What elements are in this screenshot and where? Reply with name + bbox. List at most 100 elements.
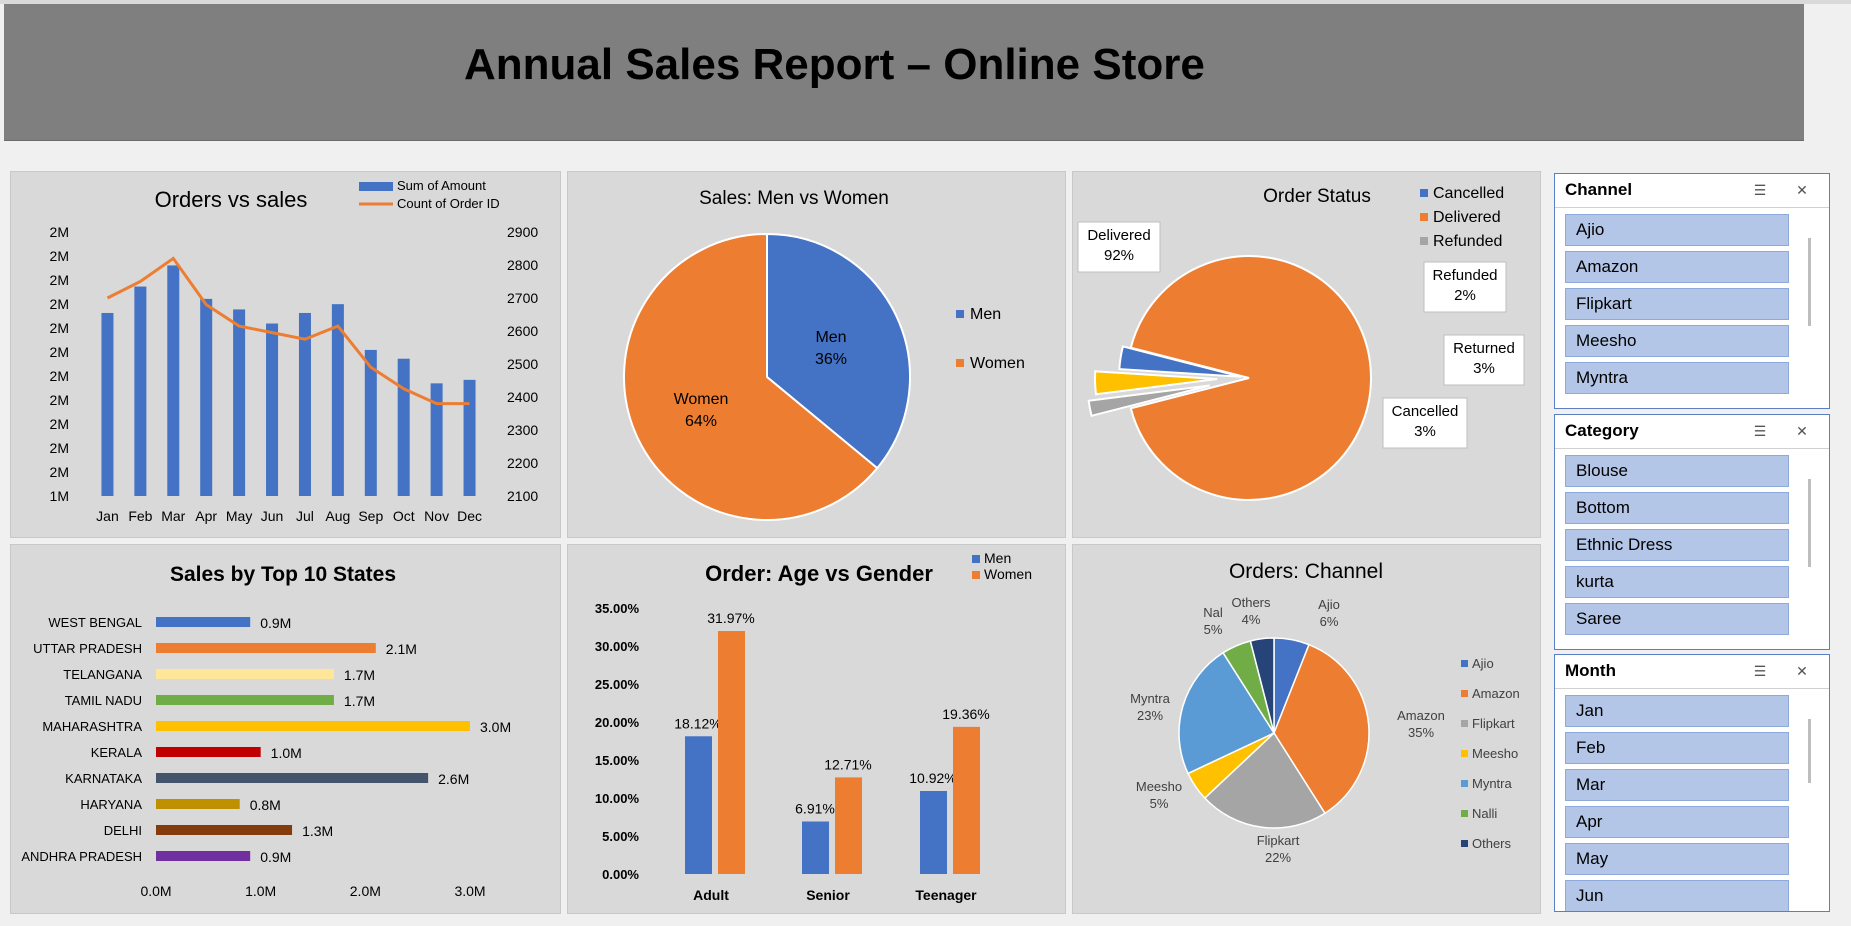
slice-label-name: Flipkart (1257, 833, 1300, 848)
chart-title: Orders vs sales (155, 187, 308, 212)
bar-women (835, 777, 862, 874)
slicer-item[interactable]: Jun (1565, 880, 1789, 911)
state-value-label: 1.0M (271, 745, 302, 761)
slicer-item[interactable]: Meesho (1565, 325, 1789, 357)
state-bar (156, 825, 293, 835)
slicer-scrollbar[interactable] (1808, 238, 1811, 326)
slicer-item[interactable]: Bottom (1565, 492, 1789, 524)
slice-label-name: Men (815, 329, 846, 346)
legend-label: Nalli (1472, 806, 1497, 821)
legend-swatch (1461, 750, 1468, 757)
x-tick-label: Sep (358, 508, 383, 524)
slicer-channel[interactable]: Channel ☰ ✕ Ajio Amazon Flipkart Meesho Myntra (1554, 173, 1830, 409)
chart-title: Sales: Men vs Women (699, 188, 889, 209)
legend-swatch-amount (359, 182, 393, 191)
slicer-item[interactable]: Apr (1565, 806, 1789, 838)
state-label: TAMIL NADU (65, 693, 142, 708)
slicer-item[interactable]: Jan (1565, 695, 1789, 727)
y-tick-label: 5.00% (602, 829, 639, 844)
clear-filter-icon[interactable]: ✕ (1791, 661, 1813, 681)
slicer-category[interactable]: Category ☰ ✕ Blouse Bottom Ethnic Dress kurta S… (1554, 414, 1830, 650)
state-value-label: 2.6M (438, 771, 469, 787)
slice-label-value: 4% (1242, 612, 1261, 627)
state-value-label: 1.7M (344, 667, 375, 683)
chart-men-vs-women[interactable]: Sales: Men vs Women Men 36% Women 64% Men Wome… (567, 171, 1066, 538)
slicer-item[interactable]: May (1565, 843, 1789, 875)
slicer-item[interactable]: Mar (1565, 769, 1789, 801)
slicer-scrollbar[interactable] (1808, 719, 1811, 783)
clear-filter-icon[interactable]: ✕ (1791, 421, 1813, 441)
slicer-title: Month (1565, 661, 1616, 680)
bar-amount (134, 286, 147, 496)
state-label: ANDHRA PRADESH (21, 849, 142, 864)
slicer-item[interactable]: Feb (1565, 732, 1789, 764)
slicer-item[interactable]: Flipkart (1565, 288, 1789, 320)
slicer-month[interactable]: Month ☰ ✕ Jan Feb Mar Apr May Jun (1554, 654, 1830, 912)
bar-value-label: 31.97% (707, 610, 754, 626)
slicer-item[interactable]: Amazon (1565, 251, 1789, 283)
x-tick-label: Dec (457, 508, 482, 524)
state-bar (156, 747, 261, 757)
slice-label-value: 64% (685, 413, 717, 430)
state-bar (156, 643, 376, 653)
bar-men (920, 791, 947, 874)
x-tick-label: Mar (161, 508, 185, 524)
state-value-label: 2.1M (386, 641, 417, 657)
legend-label: Women (984, 566, 1032, 582)
x-tick-label: May (226, 508, 252, 524)
slice-label-name: Nal (1203, 605, 1223, 620)
legend-swatch (1461, 690, 1468, 697)
chart-age-vs-gender[interactable]: Order: Age vs Gender Men Women 35.00% 30.00%… (567, 544, 1066, 914)
slicer-item[interactable]: Myntra (1565, 362, 1789, 394)
y-tick-label: 35.00% (595, 601, 640, 616)
multi-select-icon[interactable]: ☰ (1749, 661, 1771, 681)
x-tick-label: Jan (96, 508, 119, 524)
y-tick-label: 2M (50, 464, 69, 480)
slicer-divider (1555, 448, 1829, 449)
y-tick-label: 2M (50, 296, 69, 312)
multi-select-icon[interactable]: ☰ (1749, 421, 1771, 441)
state-bar (156, 669, 334, 679)
chart-top-states[interactable]: Sales by Top 10 States WEST BENGAL 0.9M UTT… (10, 544, 561, 914)
slice-label-name: Amazon (1397, 708, 1445, 723)
multi-select-icon[interactable]: ☰ (1749, 180, 1771, 200)
orders-channel-svg: Orders: Channel Ajio 6% Amazon 35% Flipkart 22… (1130, 560, 1520, 865)
slicer-divider (1555, 207, 1829, 208)
callout-value: 3% (1414, 423, 1436, 440)
legend-label: Others (1472, 836, 1512, 851)
legend-label: Flipkart (1472, 716, 1515, 731)
y-tick-label: 2M (50, 224, 69, 240)
state-label: KARNATAKA (65, 771, 142, 786)
slicer-item[interactable]: kurta (1565, 566, 1789, 598)
slice-label-name: Others (1231, 595, 1271, 610)
slicer-item[interactable]: Ajio (1565, 214, 1789, 246)
slicer-item[interactable]: Blouse (1565, 455, 1789, 487)
clear-filter-icon[interactable]: ✕ (1791, 180, 1813, 200)
state-label: MAHARASHTRA (42, 719, 142, 734)
state-value-label: 3.0M (480, 719, 511, 735)
bar-amount (463, 379, 476, 496)
x-tick-label: Jul (296, 508, 314, 524)
x-tick-label: Senior (806, 887, 850, 903)
state-bar (156, 799, 240, 809)
callout-name: Returned (1453, 340, 1515, 357)
slice-label-value: 5% (1204, 622, 1223, 637)
state-value-label: 0.9M (260, 849, 291, 865)
chart-orders-channel[interactable]: Orders: Channel Ajio 6% Amazon 35% Flipkart 22… (1072, 544, 1541, 914)
legend-swatch (972, 555, 980, 563)
legend-label: Men (970, 306, 1001, 323)
legend-swatch (1461, 780, 1468, 787)
chart-orders-vs-sales[interactable]: Orders vs sales Sum of Amount Count of Ord… (10, 171, 561, 538)
slicer-scrollbar[interactable] (1808, 479, 1811, 567)
legend-label-count: Count of Order ID (397, 196, 500, 211)
state-value-label: 1.3M (302, 823, 333, 839)
slicer-item[interactable]: Ethnic Dress (1565, 529, 1789, 561)
legend-swatch (972, 571, 980, 579)
legend-swatch (1420, 237, 1428, 245)
slicer-item[interactable]: Saree (1565, 603, 1789, 635)
line-order-count (106, 256, 470, 406)
chart-order-status[interactable]: Order Status Cancelled Delivered Refunded De… (1072, 171, 1541, 538)
x-tick-label: 0.0M (140, 883, 171, 899)
y-tick-label: 15.00% (595, 753, 640, 768)
bar-amount (364, 349, 377, 496)
